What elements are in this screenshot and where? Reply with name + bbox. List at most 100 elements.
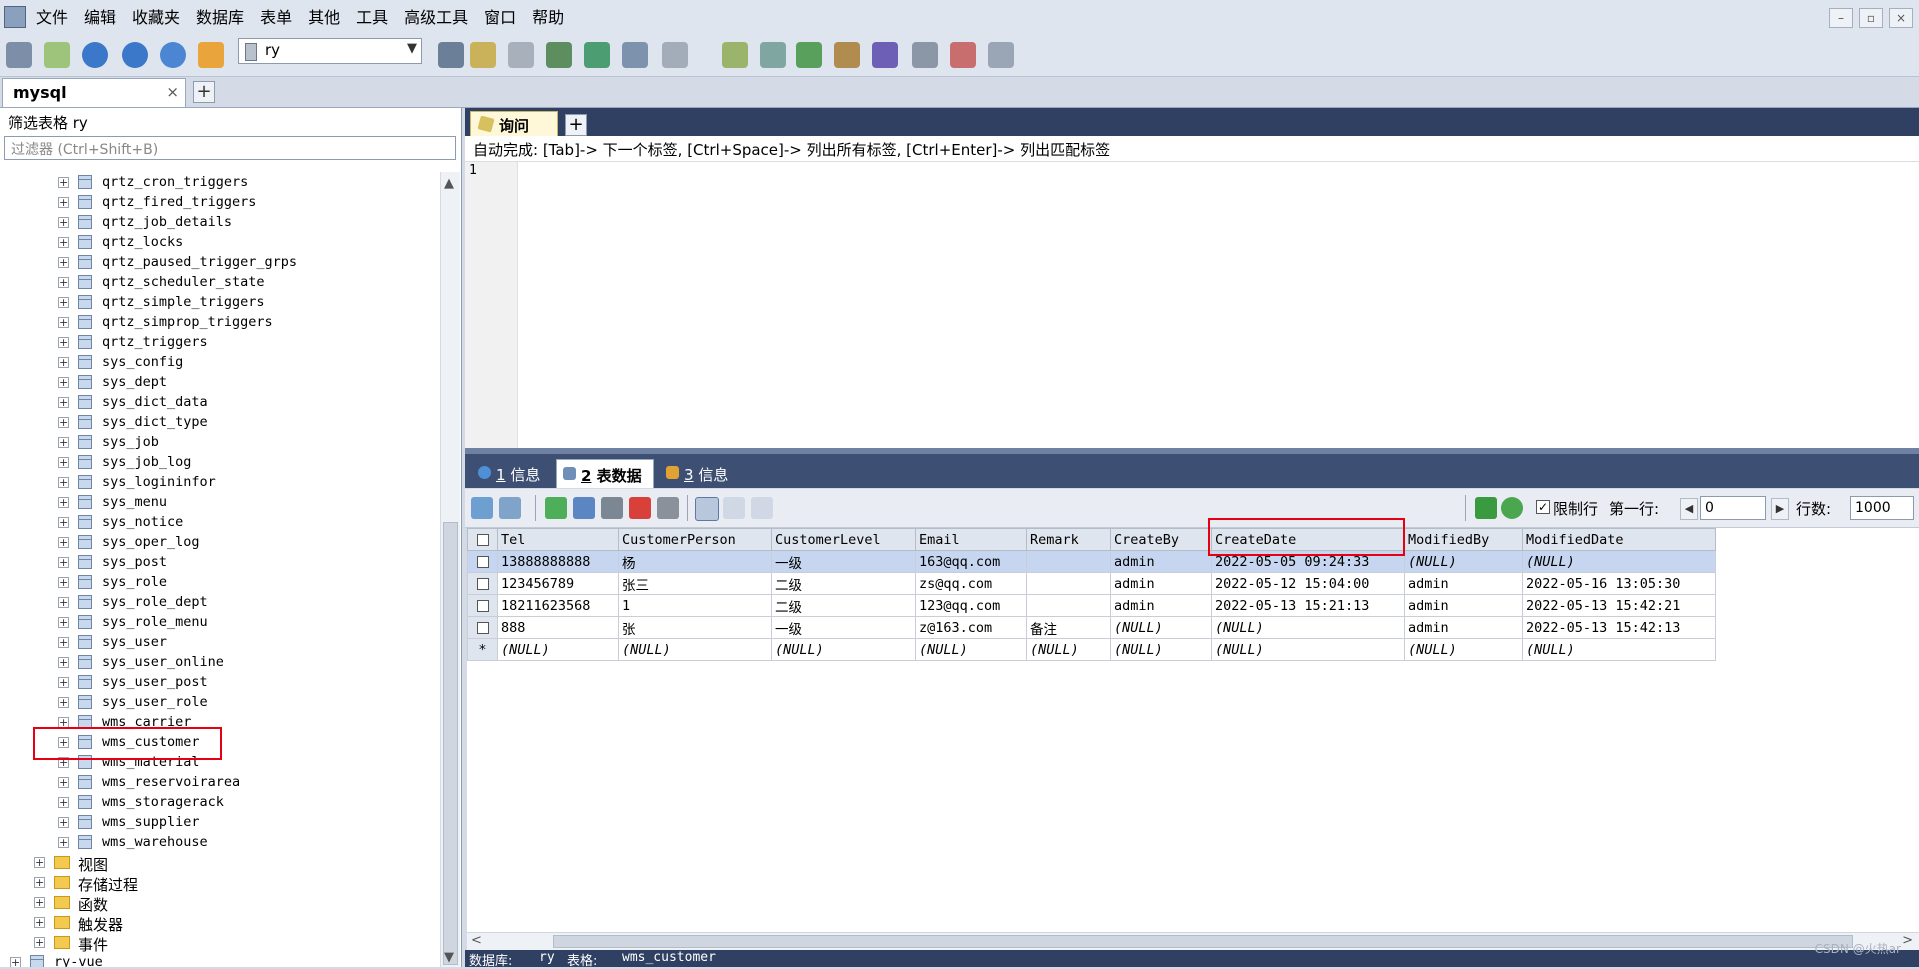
expand-icon[interactable]: + <box>58 537 69 548</box>
table-cell[interactable]: 1 <box>618 594 772 617</box>
expand-icon[interactable]: + <box>58 517 69 528</box>
database-select[interactable]: ry ▼ <box>238 38 422 64</box>
table-cell[interactable]: (NULL) <box>1404 550 1523 573</box>
tab-table-data[interactable]: 2 表数据 <box>556 459 654 488</box>
column-header[interactable]: ModifiedBy <box>1404 528 1523 551</box>
expand-icon[interactable]: + <box>58 677 69 688</box>
form-view-icon[interactable] <box>723 497 745 519</box>
select-all-checkbox[interactable] <box>467 528 498 551</box>
row-checkbox[interactable] <box>467 572 498 595</box>
column-header[interactable]: CustomerLevel <box>771 528 916 551</box>
table-cell[interactable]: 二级 <box>771 594 916 617</box>
add-connection-tab-button[interactable]: + <box>193 81 215 103</box>
save-icon[interactable] <box>601 497 623 519</box>
query-builder-icon[interactable] <box>834 42 860 68</box>
monitor-icon[interactable] <box>912 42 938 68</box>
scroll-up-icon[interactable]: ▲ <box>444 176 454 191</box>
table-cell[interactable]: 一级 <box>771 616 916 639</box>
table-cell[interactable]: (NULL) <box>1110 638 1212 661</box>
scroll-right-icon[interactable]: > <box>1902 933 1913 948</box>
cancel-changes-icon[interactable] <box>657 497 679 519</box>
new-connection-icon[interactable] <box>44 42 70 68</box>
prev-page-icon[interactable]: ◀ <box>1680 498 1698 520</box>
menu-item[interactable]: 窗口 <box>484 0 528 36</box>
expand-icon[interactable]: + <box>34 877 45 888</box>
table-cell[interactable]: 123456789 <box>497 572 619 595</box>
expand-icon[interactable]: + <box>58 377 69 388</box>
execute-all-icon[interactable] <box>122 42 148 68</box>
expand-icon[interactable]: + <box>58 297 69 308</box>
filter-icon[interactable] <box>1475 497 1497 519</box>
expand-icon[interactable]: + <box>34 897 45 908</box>
expand-icon[interactable]: + <box>58 837 69 848</box>
table-cell[interactable] <box>1026 550 1111 573</box>
query-editor[interactable]: 1 <box>465 162 1919 448</box>
duplicate-row-icon[interactable] <box>573 497 595 519</box>
table-cell[interactable]: 2022-05-13 15:42:13 <box>1522 616 1716 639</box>
restore-icon[interactable]: ▫ <box>1859 8 1883 28</box>
table-row[interactable]: 123456789 张三 二级 zs@qq.com admin 2022-05-12 15… <box>467 572 1716 595</box>
menu-item[interactable]: 工具 <box>356 0 400 36</box>
expand-icon[interactable]: + <box>34 857 45 868</box>
expand-icon[interactable]: + <box>10 957 21 967</box>
report-icon[interactable] <box>950 42 976 68</box>
expand-icon[interactable]: + <box>34 917 45 928</box>
grid-mode-icon[interactable] <box>471 497 493 519</box>
table-cell[interactable]: 备注 <box>1026 616 1111 639</box>
menu-item[interactable]: 编辑 <box>84 0 128 36</box>
connection-tab-mysql[interactable]: mysql × <box>2 78 186 107</box>
expand-icon[interactable]: + <box>58 237 69 248</box>
schema-icon[interactable] <box>622 42 648 68</box>
restore-db-icon[interactable] <box>508 42 534 68</box>
format-icon[interactable] <box>198 42 224 68</box>
expand-icon[interactable]: + <box>58 457 69 468</box>
table-cell[interactable]: 二级 <box>771 572 916 595</box>
table-cell[interactable]: (NULL) <box>1522 638 1716 661</box>
expand-icon[interactable]: + <box>58 257 69 268</box>
table-row[interactable]: 13888888888 杨一级 163@qq.com admin 2022-05-05 … <box>467 550 1716 573</box>
grid-hscrollbar[interactable]: < > <box>467 932 1919 950</box>
refresh-grid-icon[interactable] <box>1501 497 1523 519</box>
connect-icon[interactable] <box>6 42 32 68</box>
table-cell[interactable]: 张三 <box>618 572 772 595</box>
scroll-down-icon[interactable]: ▼ <box>444 950 454 965</box>
menu-item[interactable]: 帮助 <box>532 0 576 36</box>
expand-icon[interactable]: + <box>58 637 69 648</box>
expand-icon[interactable]: + <box>58 337 69 348</box>
menu-item[interactable]: 收藏夹 <box>132 0 192 36</box>
table-cell[interactable]: zs@qq.com <box>915 572 1027 595</box>
expand-icon[interactable]: + <box>58 217 69 228</box>
table-cell[interactable]: (NULL) <box>915 638 1027 661</box>
row-checkbox[interactable] <box>467 594 498 617</box>
sync-icon[interactable] <box>722 42 748 68</box>
expand-icon[interactable]: + <box>58 577 69 588</box>
table-cell[interactable]: admin <box>1404 616 1523 639</box>
user-icon[interactable] <box>438 42 464 68</box>
expand-icon[interactable]: + <box>58 397 69 408</box>
menu-item[interactable]: 文件 <box>36 0 80 36</box>
column-header[interactable]: Remark <box>1026 528 1111 551</box>
rows-input[interactable]: 1000 <box>1850 496 1914 520</box>
table-cell[interactable] <box>1026 594 1111 617</box>
table-cell[interactable]: 163@qq.com <box>915 550 1027 573</box>
menu-item[interactable]: 数据库 <box>196 0 256 36</box>
table-cell[interactable]: 123@qq.com <box>915 594 1027 617</box>
table-cell[interactable]: (NULL) <box>1522 550 1716 573</box>
table-cell[interactable]: (NULL) <box>771 638 916 661</box>
export-icon[interactable] <box>584 42 610 68</box>
column-header[interactable]: ModifiedDate <box>1522 528 1716 551</box>
table-cell[interactable]: admin <box>1110 572 1212 595</box>
tab-info-3[interactable]: 3 信息 <box>660 459 740 488</box>
expand-icon[interactable]: + <box>58 277 69 288</box>
scheduler-icon[interactable] <box>872 42 898 68</box>
minimize-icon[interactable]: – <box>1829 8 1853 28</box>
query-tab[interactable]: 询问 <box>470 111 558 136</box>
tab-info-1[interactable]: 1 信息 <box>472 459 552 488</box>
first-row-input[interactable]: 0 <box>1700 496 1766 520</box>
add-row-icon[interactable] <box>545 497 567 519</box>
grid-view-icon[interactable] <box>695 497 719 521</box>
table-cell[interactable]: 13888888888 <box>497 550 619 573</box>
table-cell[interactable] <box>1026 572 1111 595</box>
expand-icon[interactable]: + <box>58 317 69 328</box>
expand-icon[interactable]: + <box>58 697 69 708</box>
